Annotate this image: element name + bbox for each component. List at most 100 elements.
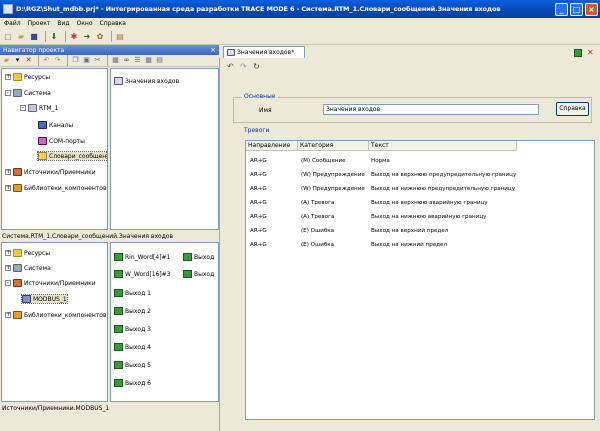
debug-icon[interactable]: ✿	[95, 32, 105, 42]
list-item[interactable]: Выход 1	[114, 289, 151, 297]
tree-item-libraries[interactable]: + Библиотеки_компонентов	[5, 184, 107, 192]
tree-item-libraries[interactable]: + Библиотеки_компонентов	[5, 311, 107, 319]
grid-view-icon[interactable]: ▦	[144, 56, 153, 65]
table-cell: AR+G	[250, 200, 267, 206]
redo-icon[interactable]: ↷	[239, 62, 248, 71]
compile-icon[interactable]: ✱	[69, 32, 79, 42]
list-item[interactable]: Выход 2	[114, 307, 151, 315]
tree-item-com-ports[interactable]: COM-порты	[38, 137, 85, 145]
save-icon[interactable]: ■	[29, 32, 39, 42]
column-header[interactable]: Направление	[246, 141, 298, 151]
tree-item-io[interactable]: + Источники/Приемники	[5, 168, 96, 176]
undo-icon[interactable]: ↶	[42, 56, 51, 65]
table-cell: Норма	[371, 158, 390, 164]
paste-icon[interactable]: ▣	[82, 56, 91, 65]
list-item-label: Выход	[194, 253, 215, 261]
tree-item-dictionaries[interactable]: Словари_сообщен	[36, 151, 108, 161]
list-item[interactable]: Выход 5	[114, 361, 151, 369]
help-button[interactable]: Справка	[556, 102, 589, 116]
name-label: Имя	[259, 107, 272, 114]
list-item-label: Выход 4	[125, 343, 151, 351]
details-view-icon[interactable]: ▤	[155, 56, 164, 65]
cut-icon[interactable]: ✂	[93, 56, 102, 65]
tab-label: Значения входов*	[237, 49, 295, 56]
tree-item-modbus[interactable]: MODBUS_1	[21, 294, 68, 304]
name-field[interactable]: Значения входов	[323, 104, 539, 115]
tree-item-rtm[interactable]: - RTM_1	[20, 104, 58, 112]
io-icon	[13, 279, 22, 287]
list-item[interactable]: Выход 3	[114, 325, 151, 333]
list-item[interactable]: Выход	[183, 253, 214, 261]
library-icon[interactable]: ▤	[115, 32, 125, 42]
table-cell: AR+G	[250, 242, 267, 248]
minimize-button[interactable]: _	[555, 2, 568, 16]
tree-item-channels[interactable]: Каналы	[38, 121, 73, 129]
expander-icon[interactable]: +	[5, 185, 11, 191]
tree-item-system[interactable]: + Система	[5, 264, 51, 272]
expander-icon[interactable]: -	[5, 280, 11, 286]
list-item[interactable]: Выход 4	[114, 343, 151, 351]
tree-item-system[interactable]: - Система	[5, 89, 51, 97]
copy-icon[interactable]: ❐	[71, 56, 80, 65]
table-cell: Выход на нижнюю предупредительную границ…	[371, 186, 516, 192]
expander-icon[interactable]: -	[5, 90, 11, 96]
lower-tree[interactable]: + Ресурсы + Система - Источники/Приемник…	[1, 242, 108, 402]
tab-input-values[interactable]: Значения входов*	[223, 46, 305, 58]
project-tree[interactable]: + Ресурсы - Система - RTM_1 Каналы COM-п…	[1, 68, 108, 230]
alarms-table[interactable]: Направление Категория Текст AR+G (M) Соо…	[245, 140, 595, 420]
menu-help[interactable]: Справка	[100, 20, 126, 27]
list-item[interactable]: W_Word[16]#3	[114, 270, 171, 278]
redo-all-icon[interactable]: ↻	[252, 62, 261, 71]
properties-icon[interactable]: ▦	[111, 56, 120, 65]
redo-icon[interactable]: ↷	[53, 56, 62, 65]
tree-item-resources[interactable]: + Ресурсы	[5, 73, 50, 81]
tree-item-resources[interactable]: + Ресурсы	[5, 249, 50, 257]
list-item[interactable]: Выход	[183, 270, 214, 278]
tree-label: Библиотеки_компонентов	[24, 311, 107, 319]
alarms-group-title: Тревоги	[242, 127, 272, 134]
list-item-label: Выход 5	[125, 361, 151, 369]
menu-window[interactable]: Окно	[77, 20, 93, 27]
menu-view[interactable]: Вид	[57, 20, 69, 27]
expander-icon[interactable]: +	[5, 312, 11, 318]
binoculars-icon[interactable]: ∞	[122, 56, 131, 65]
expander-icon[interactable]: +	[5, 74, 11, 80]
arrow-icon	[114, 307, 123, 315]
list-item-label: W_Word[16]#3	[125, 270, 171, 278]
column-header[interactable]: Категория	[298, 141, 369, 151]
menu-project[interactable]: Проект	[28, 20, 51, 27]
open-folder-icon[interactable]: ▰	[16, 32, 26, 42]
expander-icon[interactable]: +	[5, 169, 11, 175]
download-icon[interactable]: ⬇	[49, 32, 59, 42]
app-icon	[3, 4, 13, 14]
list-view-icon[interactable]: ☰	[133, 56, 142, 65]
new-project-icon[interactable]: ▢	[3, 32, 13, 42]
table-cell: AR+G	[250, 228, 267, 234]
close-button[interactable]: ×	[585, 2, 598, 16]
undo-icon[interactable]: ↶	[226, 62, 235, 71]
expander-icon[interactable]: +	[5, 250, 11, 256]
menu-file[interactable]: Файл	[4, 20, 21, 27]
lower-content[interactable]: Rin_Word[4]#1 Выход W_Word[16]#3 Выход В…	[110, 242, 219, 402]
navigator-content[interactable]: Значения входов	[110, 68, 219, 230]
save-doc-icon[interactable]	[574, 49, 582, 57]
dropdown-icon[interactable]: ▾	[13, 56, 22, 65]
tree-label: Система	[24, 264, 51, 272]
navigator-header: Навигатор проекта ×	[0, 45, 219, 55]
delete-icon[interactable]: ✕	[24, 56, 33, 65]
tree-item-io[interactable]: - Источники/Приемники	[5, 279, 96, 287]
close-tab-icon[interactable]: ✕	[587, 48, 594, 57]
expander-icon[interactable]: +	[5, 265, 11, 271]
run-icon[interactable]: ➜	[82, 32, 92, 42]
list-item-input-values[interactable]: Значения входов	[114, 77, 179, 85]
expander-icon[interactable]: -	[20, 105, 26, 111]
list-item[interactable]: Rin_Word[4]#1	[114, 253, 170, 261]
navigator-title: Навигатор проекта	[3, 46, 65, 54]
io-icon	[13, 168, 22, 176]
create-icon[interactable]: ▰	[2, 56, 11, 65]
maximize-button[interactable]: □	[570, 2, 583, 16]
dictionary-table-icon	[227, 49, 235, 56]
close-icon[interactable]: ×	[210, 46, 216, 54]
column-header[interactable]: Текст	[369, 141, 517, 151]
list-item[interactable]: Выход 6	[114, 379, 151, 387]
